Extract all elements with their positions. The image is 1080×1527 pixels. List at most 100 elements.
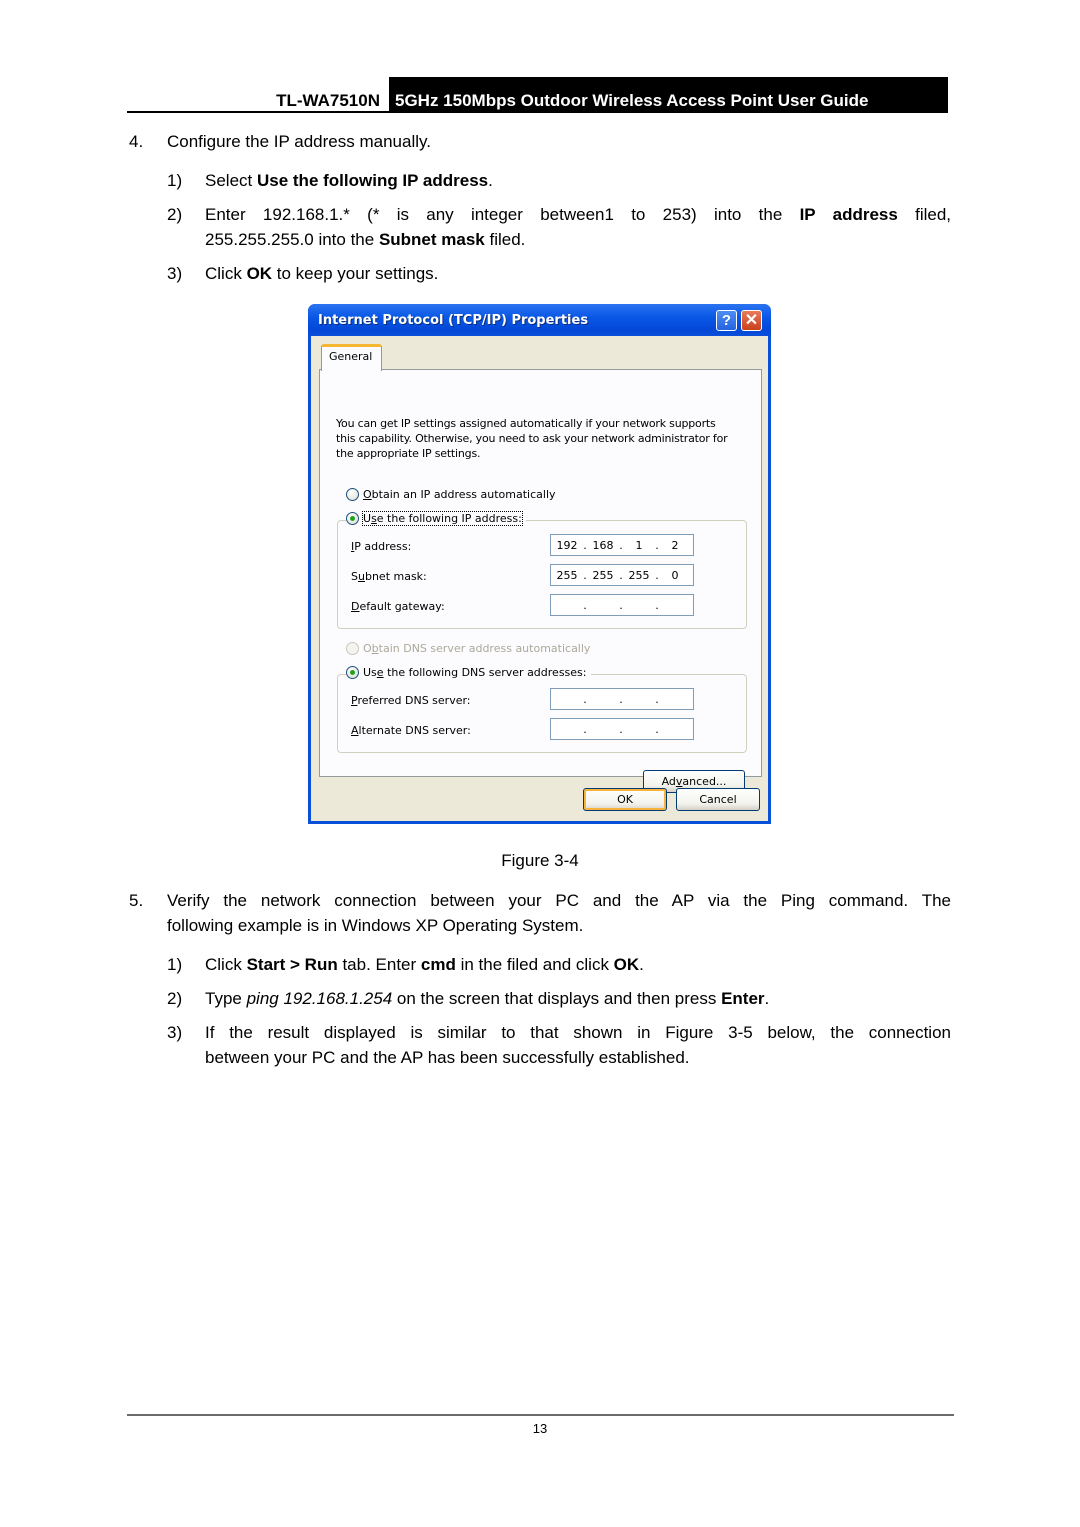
text: U (363, 512, 372, 525)
subnet-mask-input[interactable]: 255. 255. 255. 0 (550, 564, 694, 586)
bold-text: cmd (420, 955, 456, 974)
octet: 192 (556, 538, 578, 552)
preferred-dns-input[interactable]: . . . (550, 688, 694, 710)
ok-button[interactable]: OK (583, 788, 667, 811)
text: efault gateway: (359, 600, 445, 613)
step-5-3-line2: between your PC and the AP has been succ… (205, 1048, 690, 1067)
octet: 1 (635, 538, 643, 552)
text: P address: (354, 540, 412, 553)
bold-text: OK (613, 955, 640, 974)
step-5-line2: following example is in Windows XP Opera… (167, 916, 584, 935)
cancel-button[interactable]: Cancel (676, 788, 760, 811)
tcpip-properties-dialog: Internet Protocol (TCP/IP) Properties ? … (308, 304, 771, 824)
octet: 255 (628, 568, 650, 582)
help-button[interactable]: ? (716, 310, 737, 331)
bold-text: Enter (721, 989, 765, 1008)
accelerator: b (371, 642, 379, 655)
tab-general[interactable]: General (321, 344, 382, 371)
text: tab. Enter (337, 955, 421, 974)
text: filed. (484, 230, 526, 249)
step-5-line1: Verify the network connection between yo… (167, 891, 951, 910)
accelerator: e (376, 666, 384, 679)
dialog-title-bar[interactable]: Internet Protocol (TCP/IP) Properties ? … (308, 304, 771, 336)
text: referred DNS server: (357, 694, 471, 707)
octet: 0 (671, 568, 679, 582)
octet: 2 (671, 538, 679, 552)
step-4-1-number: 1) (167, 171, 183, 190)
radio-label: Obtain an IP address automatically (363, 488, 556, 501)
text: lternate DNS server: (358, 724, 471, 737)
footer-rule (127, 1414, 954, 1416)
step-4-2-line1: Enter 192.168.1.* (* is any integer betw… (205, 202, 951, 227)
text: Click (205, 264, 247, 283)
octet: 255 (556, 568, 578, 582)
ip-address-label: IP address: (351, 540, 411, 553)
text: O (363, 642, 372, 655)
step-4-2-line2: 255.255.255.0 into the Subnet mask filed… (205, 227, 525, 252)
preferred-dns-label: Preferred DNS server: (351, 694, 471, 707)
header-model: TL-WA7510N (276, 91, 380, 110)
text: . (488, 171, 493, 190)
radio-checked-icon (346, 512, 359, 525)
close-icon: ✕ (744, 312, 759, 329)
alternate-dns-input[interactable]: . . . (550, 718, 694, 740)
obtain-dns-auto-radio[interactable]: Obtain DNS server address automatically (346, 642, 590, 655)
radio-unchecked-icon (346, 488, 359, 501)
step-4-3-text: Click OK to keep your settings. (205, 261, 438, 286)
step-5-number: 5. (129, 891, 144, 910)
header-title: 5GHz 150Mbps Outdoor Wireless Access Poi… (389, 77, 948, 113)
accelerator: O (363, 488, 372, 501)
text: . (639, 955, 644, 974)
text: Type (205, 989, 247, 1008)
text: in the filed and click (455, 955, 614, 974)
header-rule (127, 111, 948, 113)
use-following-dns-radio[interactable]: Use the following DNS server addresses: (346, 666, 591, 679)
text: . (764, 989, 770, 1008)
dialog-description: You can get IP settings assigned automat… (336, 417, 728, 460)
italic-text: ping 192.168.1.254 (246, 989, 393, 1008)
dialog-body: General You can get IP settings assigned… (311, 336, 768, 821)
radio-disabled-icon (346, 642, 359, 655)
default-gateway-input[interactable]: . . . (550, 594, 694, 616)
page-header: TL-WA7510N 5GHz 150Mbps Outdoor Wireless… (127, 77, 948, 113)
text: Us (363, 666, 377, 679)
accelerator: A (351, 724, 359, 737)
obtain-ip-auto-radio[interactable]: Obtain an IP address automatically (346, 488, 556, 501)
text: bnet mask: (364, 570, 427, 583)
radio-label: Use the following DNS server addresses: (363, 666, 587, 679)
text: btain an IP address automatically (371, 488, 556, 501)
step-5-2-text: Type ping 192.168.1.254 on the screen th… (205, 986, 769, 1011)
default-gateway-label: Default gateway: (351, 600, 445, 613)
text: Select (205, 171, 257, 190)
general-panel: You can get IP settings assigned automat… (319, 369, 762, 793)
ip-address-input[interactable]: 192. 168. 1. 2 (550, 534, 694, 556)
bold-text: Use the following IP address (256, 171, 489, 190)
step-4-2-number: 2) (167, 205, 183, 224)
text: the following DNS server addresses: (383, 666, 587, 679)
bold-text: OK (246, 264, 273, 283)
dns-group (337, 674, 747, 753)
text: S (351, 570, 358, 583)
use-following-ip-radio[interactable]: Use the following IP address: (346, 511, 526, 526)
text: 255.255.255.0 into the (205, 230, 379, 249)
page-number: 13 (532, 1421, 548, 1436)
radio-checked-icon (346, 666, 359, 679)
step-5-3-number: 3) (167, 1023, 183, 1042)
text: Ad (661, 775, 676, 788)
bold-text: IP address (799, 205, 898, 224)
text: on the screen that displays and then pre… (392, 989, 722, 1008)
subnet-mask-label: Subnet mask: (351, 570, 427, 583)
alternate-dns-label: Alternate DNS server: (351, 724, 471, 737)
text: to keep your settings. (272, 264, 439, 283)
octet: 168 (592, 538, 614, 552)
step-4-text: Configure the IP address manually. (167, 132, 431, 151)
close-button[interactable]: ✕ (741, 310, 762, 331)
step-5-1-number: 1) (167, 955, 183, 974)
step-4-1-text: Select Use the following IP address. (205, 168, 493, 193)
text: Click (205, 955, 247, 974)
bold-text: Start > Run (246, 955, 338, 974)
text: Enter 192.168.1.* (* is any integer betw… (205, 205, 800, 224)
text: e the following IP address: (376, 512, 522, 525)
text: anced... (682, 775, 727, 788)
text: filed, (897, 205, 952, 224)
